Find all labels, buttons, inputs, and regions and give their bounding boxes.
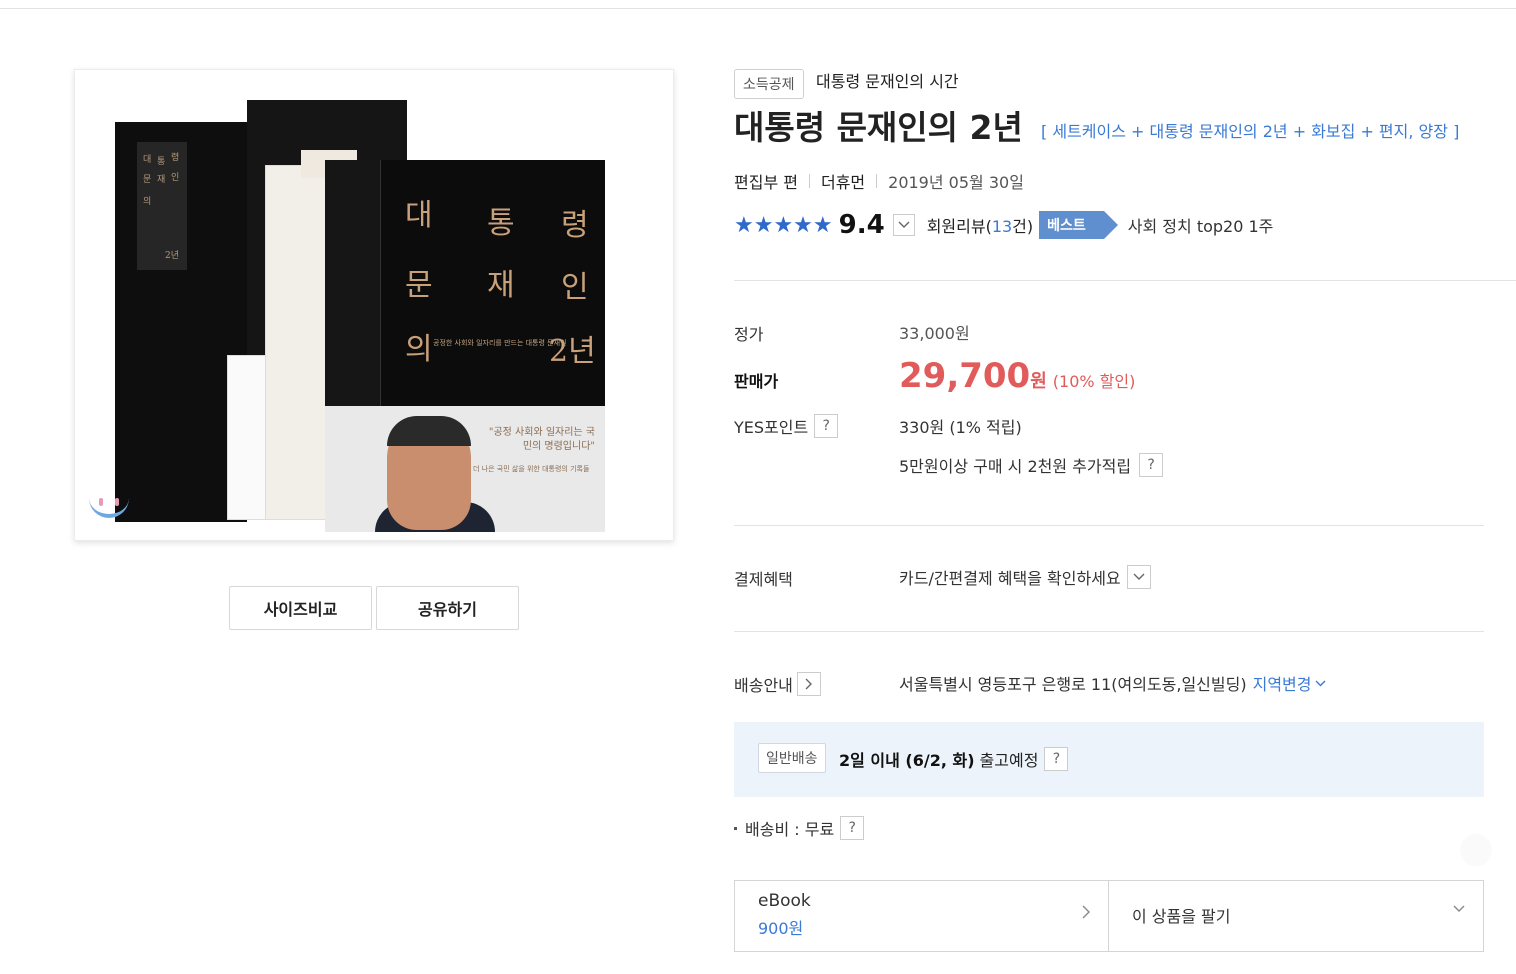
case-spine-char: 의	[143, 197, 152, 207]
case-spine-char: 재	[157, 175, 166, 185]
discount-rate: (10% 할인)	[1052, 372, 1136, 391]
chevron-down-icon[interactable]	[892, 214, 915, 236]
review-prefix: 회원리뷰(	[926, 217, 992, 236]
help-icon[interactable]: ?	[1044, 747, 1069, 771]
rating-row: ★★★★★ 9.4 회원리뷰(13건) 베스트 사회 정치 top20 1주	[734, 208, 1273, 242]
author-link[interactable]: 편집부 편	[734, 169, 798, 193]
review-count: 13	[991, 217, 1013, 236]
yes-point-label-row: YES포인트 ?	[734, 414, 839, 438]
chevron-right-icon	[1082, 905, 1090, 919]
publish-date: 2019년 05월 30일	[888, 173, 1024, 192]
format-options: eBook 900원 이 상품을 팔기	[734, 880, 1484, 952]
review-link[interactable]: 회원리뷰(13건)	[927, 213, 1033, 237]
cover-title-char: 령	[561, 208, 589, 243]
delivery-info-box: 일반배송 2일 이내 (6/2, 화) 출고예정 ?	[734, 722, 1484, 797]
ship-eta: 2일 이내 (6/2, 화)	[839, 751, 975, 770]
product-subtitle: [ 세트케이스 + 대통령 문재인의 2년 + 화보집 + 편지, 양장 ]	[1041, 122, 1460, 141]
sale-price-number: 29,700	[899, 356, 1031, 396]
cover-quote: "공정 사회와 일자리는 국민의 명령입니다"	[488, 427, 595, 452]
category-badge: 소득공제	[734, 69, 804, 99]
author-publisher-row: 편집부 편 더휴먼 2019년 05월 30일	[734, 170, 1024, 192]
cover-subtitle: 공정한 사회와 일자리를 만드는 대통령 문재인	[433, 339, 567, 347]
review-suffix: 건)	[1012, 217, 1034, 236]
chevron-down-icon[interactable]	[1315, 680, 1326, 687]
case-spine-char: 인	[171, 173, 180, 183]
rating-score: 9.4	[838, 210, 885, 240]
shipping-fee-row: 배송비 : 무료 ?	[734, 816, 865, 840]
chevron-down-icon	[1453, 905, 1465, 912]
divider	[734, 525, 1484, 526]
cover-title-char: 대	[405, 198, 433, 233]
cover-title-char: 2년	[549, 334, 596, 369]
top-divider	[0, 8, 1516, 9]
delivery-address-row: 서울특별시 영등포구 은행로 11(여의도동,일신빌딩) 지역변경	[899, 671, 1326, 695]
cover-title-char: 재	[487, 268, 515, 303]
case-spine-label: 대 통 령 문 재 인 의 2년	[137, 142, 187, 270]
delivery-label: 배송안내	[734, 676, 793, 695]
case-spine-char: 통	[157, 157, 166, 167]
ship-type-badge: 일반배송	[758, 743, 826, 773]
list-price: 33,000원	[899, 324, 970, 343]
help-icon[interactable]: ?	[840, 816, 865, 840]
cover-title-char: 의	[405, 332, 433, 367]
shipping-fee: 배송비 : 무료	[745, 820, 835, 839]
payment-row[interactable]: 카드/간편결제 혜택을 확인하세요	[899, 565, 1151, 589]
floating-button[interactable]	[1460, 834, 1492, 866]
sell-option[interactable]: 이 상품을 팔기	[1109, 881, 1483, 951]
rank-text[interactable]: 사회 정치 top20 1주	[1128, 213, 1274, 237]
payment-text: 카드/간편결제 혜택을 확인하세요	[899, 569, 1121, 588]
chevron-right-icon[interactable]	[796, 672, 821, 696]
sale-price-label: 판매가	[734, 372, 779, 391]
ebook-label: eBook	[758, 891, 811, 911]
extra-point-text: 5만원이상 구매 시 2천원 추가적립	[899, 457, 1132, 476]
case-spine-char: 2년	[165, 251, 180, 261]
ship-suffix: 출고예정	[979, 751, 1039, 770]
photobook	[265, 165, 330, 520]
ship-eta-row: 2일 이내 (6/2, 화) 출고예정 ?	[839, 747, 1069, 771]
sell-label: 이 상품을 팔기	[1132, 907, 1231, 926]
sale-price: 29,700 원 (10% 할인)	[899, 356, 1135, 396]
page-title: 대통령 문재인의 2년	[734, 108, 1023, 147]
share-button[interactable]: 공유하기	[376, 586, 519, 630]
sale-price-unit: 원	[1030, 371, 1047, 392]
help-icon[interactable]: ?	[814, 414, 839, 438]
case-spine-char: 대	[143, 155, 152, 165]
region-change-link[interactable]: 지역변경	[1253, 671, 1312, 695]
bullet	[734, 826, 737, 830]
payment-label: 결제혜택	[734, 570, 793, 589]
letter-card	[227, 355, 269, 520]
chevron-down-icon[interactable]	[1126, 565, 1151, 589]
yes-point-label: YES포인트	[734, 418, 809, 437]
extra-point-row: 5만원이상 구매 시 2천원 추가적립 ?	[899, 453, 1164, 477]
help-icon[interactable]: ?	[1139, 453, 1164, 477]
list-price-label: 정가	[734, 325, 764, 344]
delivery-label-row: 배송안내	[734, 672, 821, 696]
cover-band-sub: 더 나은 국민 삶을 위한 대통령의 기록들	[473, 465, 590, 473]
delivery-address: 서울특별시 영등포구 은행로 11(여의도동,일신빌딩)	[899, 675, 1247, 694]
star-icon: ★★★★★	[734, 212, 833, 238]
yes-point-value: 330원 (1% 적립)	[899, 418, 1022, 437]
cover-title-char: 인	[561, 270, 589, 305]
cover-title-char: 통	[487, 206, 515, 241]
case-spine-char: 문	[143, 175, 152, 185]
case-spine-char: 령	[171, 153, 180, 163]
cover-title-char: 문	[405, 268, 433, 303]
size-compare-button[interactable]: 사이즈비교	[229, 586, 372, 630]
divider	[734, 631, 1484, 632]
ebook-price: 900원	[758, 919, 804, 938]
publisher-link[interactable]: 더휴먼	[821, 169, 865, 193]
divider	[808, 174, 810, 188]
product-image[interactable]: 대 통 령 문 재 인 의 2년 대 통 령 문 재 인 의 2년 공정한 사회…	[74, 69, 674, 541]
best-badge: 베스트	[1039, 211, 1118, 239]
series-title[interactable]: 대통령 문재인의 시간	[816, 71, 959, 93]
divider	[876, 174, 878, 188]
divider	[734, 280, 1516, 281]
ebook-option[interactable]: eBook 900원	[735, 881, 1109, 951]
